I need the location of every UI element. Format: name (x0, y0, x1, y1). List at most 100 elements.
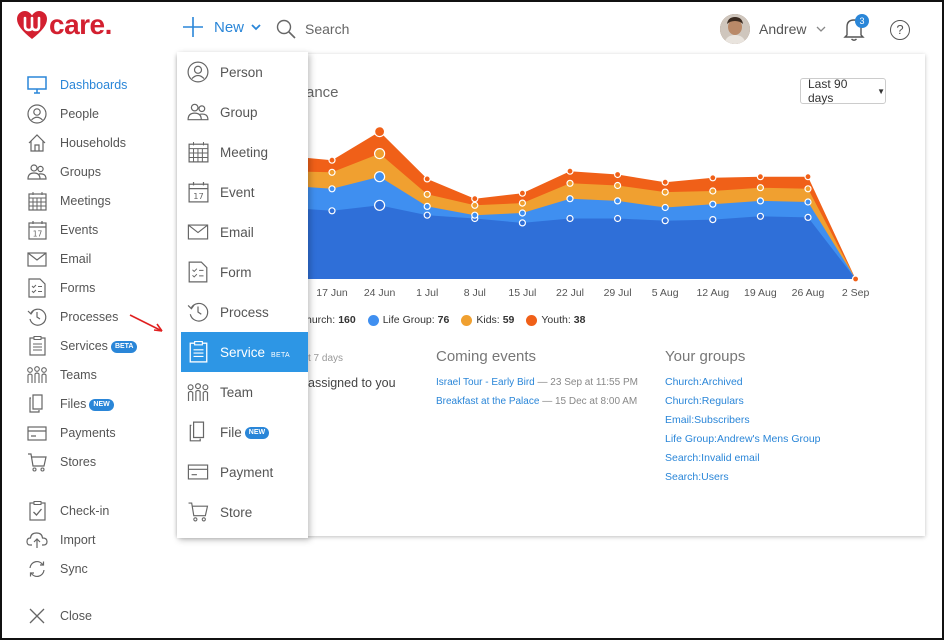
sidebar-item-people[interactable]: People (26, 103, 99, 125)
point-life-group[interactable] (756, 197, 764, 205)
point-kids[interactable] (328, 168, 336, 176)
new-button[interactable]: New (182, 16, 261, 38)
point-youth[interactable] (804, 173, 812, 181)
point-youth[interactable] (423, 175, 431, 183)
point-kids[interactable] (471, 201, 479, 209)
sidebar-item-import[interactable]: Import (26, 529, 95, 551)
point-church[interactable] (709, 215, 717, 224)
sidebar-item-events[interactable]: 17 Events (26, 219, 98, 241)
menu-item-payment[interactable]: Payment (181, 452, 308, 492)
menu-item-service[interactable]: Service BETA (181, 332, 308, 372)
card-icon (186, 460, 210, 484)
point-church[interactable] (661, 217, 669, 225)
x-tick-label: 8 Jul (463, 287, 486, 299)
point-life-group[interactable] (423, 202, 431, 211)
point-kids[interactable] (423, 190, 431, 198)
x-tick-label: 26 Aug (791, 287, 825, 299)
group-link[interactable]: Church:Regulars (665, 395, 744, 407)
point-life-group[interactable] (328, 185, 336, 193)
date-range-select[interactable]: Last 90 days ▼ (800, 77, 886, 105)
point-life-group[interactable] (471, 211, 479, 219)
group-link[interactable]: Church:Archived (665, 376, 743, 388)
point-life-group[interactable] (614, 197, 622, 205)
event-link[interactable]: Breakfast at the Palace — 15 Dec at 8:00… (436, 396, 637, 407)
event-link[interactable]: Israel Tour - Early Bird — 23 Sep at 11:… (436, 377, 638, 388)
sidebar-item-households[interactable]: Households (26, 132, 126, 154)
sidebar-item-label: Dashboards (60, 78, 128, 92)
point-life-group[interactable] (804, 198, 812, 206)
menu-item-email[interactable]: Email (181, 212, 308, 252)
menu-item-group[interactable]: Group (181, 92, 308, 132)
menu-item-file[interactable]: File NEW (181, 412, 308, 452)
sidebar-item-files[interactable]: Files NEW (26, 393, 114, 415)
group-link[interactable]: Email:Subscribers (665, 414, 750, 426)
point-kids[interactable] (804, 185, 812, 193)
sidebar-item-check-in[interactable]: Check-in (26, 500, 109, 522)
point-kids[interactable] (614, 181, 622, 190)
sidebar-item-meetings[interactable]: Meetings (26, 190, 111, 212)
point-life-group[interactable] (709, 200, 717, 208)
point-life-group[interactable] (661, 203, 669, 212)
menu-item-store[interactable]: Store (181, 492, 308, 532)
menu-item-event[interactable]: 17 Event (181, 172, 308, 212)
help-icon[interactable]: ? (890, 20, 910, 40)
date-range-value: Last 90 days (808, 77, 848, 105)
sidebar-item-groups[interactable]: Groups (26, 161, 101, 183)
point-youth[interactable] (851, 275, 860, 283)
point-youth[interactable] (518, 189, 526, 197)
logo[interactable]: care. (16, 9, 112, 42)
sidebar-item-processes[interactable]: Processes (26, 306, 118, 328)
sidebar-item-email[interactable]: Email (26, 248, 91, 270)
menu-item-label: Event (220, 184, 255, 200)
point-youth[interactable] (328, 156, 336, 164)
menu-item-meeting[interactable]: Meeting (181, 132, 308, 172)
point-youth[interactable] (709, 174, 717, 182)
sidebar-item-close[interactable]: Close (26, 605, 92, 627)
sidebar-item-stores[interactable]: Stores (26, 451, 96, 473)
group-link[interactable]: Search:Users (665, 471, 729, 483)
menu-item-process[interactable]: Process (181, 292, 308, 332)
sidebar-item-sync[interactable]: Sync (26, 558, 88, 580)
point-church[interactable] (566, 214, 574, 223)
point-church[interactable] (756, 212, 764, 220)
sidebar-item-services[interactable]: Services BETA (26, 335, 138, 357)
point-kids[interactable] (518, 199, 526, 207)
point-youth[interactable] (471, 195, 479, 203)
point-kids[interactable] (756, 184, 764, 192)
tasks-text: assigned to you (308, 376, 396, 390)
sidebar-item-dashboards[interactable]: Dashboards (26, 74, 127, 96)
point-kids[interactable] (566, 179, 574, 187)
user-menu[interactable]: Andrew (720, 14, 826, 44)
point-youth[interactable] (661, 178, 669, 186)
point-church[interactable] (518, 219, 526, 227)
menu-item-form[interactable]: Form (181, 252, 308, 292)
point-kids[interactable] (661, 188, 669, 196)
menu-item-team[interactable]: Team (181, 372, 308, 412)
point-life-group[interactable] (373, 171, 386, 183)
point-church[interactable] (373, 199, 386, 211)
legend-dot (367, 314, 379, 326)
section-title: ance (306, 84, 339, 101)
point-youth[interactable] (756, 173, 764, 181)
point-youth[interactable] (566, 167, 574, 175)
point-church[interactable] (804, 213, 812, 222)
group-link[interactable]: Search:Invalid email (665, 452, 760, 464)
person-icon (186, 60, 210, 84)
point-life-group[interactable] (518, 209, 526, 217)
point-kids[interactable] (709, 187, 717, 195)
calendar-17-icon: 17 (26, 219, 48, 241)
sidebar-item-forms[interactable]: Forms (26, 277, 95, 299)
team-icon (186, 380, 210, 404)
point-youth[interactable] (614, 170, 622, 179)
sidebar-item-payments[interactable]: Payments (26, 422, 116, 444)
point-church[interactable] (328, 207, 336, 215)
search-button[interactable]: Search (276, 19, 349, 39)
point-church[interactable] (614, 214, 622, 223)
point-youth[interactable] (373, 126, 386, 138)
point-life-group[interactable] (566, 195, 574, 203)
group-link[interactable]: Life Group:Andrew's Mens Group (665, 433, 821, 445)
sidebar-item-teams[interactable]: Teams (26, 364, 97, 386)
point-kids[interactable] (373, 147, 386, 160)
menu-item-person[interactable]: Person (181, 52, 308, 92)
point-church[interactable] (423, 211, 431, 219)
